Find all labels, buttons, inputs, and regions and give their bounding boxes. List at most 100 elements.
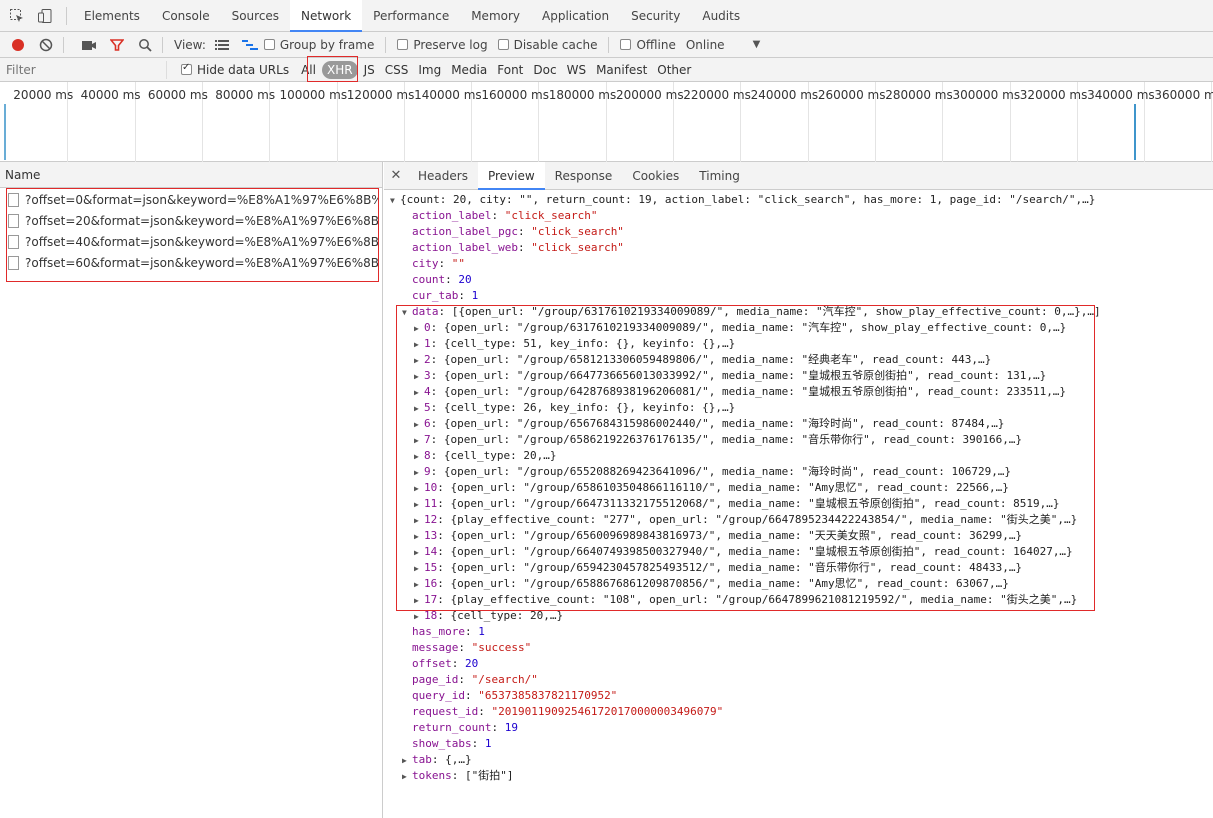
json-value: 1 [471, 289, 479, 302]
tab-network[interactable]: Network [290, 0, 363, 32]
json-key: offset [412, 657, 452, 670]
json-value: 19 [504, 721, 518, 734]
tab-memory[interactable]: Memory [460, 0, 531, 32]
disable-cache-label: Disable cache [513, 37, 598, 52]
json-value: 20 [465, 657, 479, 670]
collapsed-triangle-icon[interactable]: ▶ [414, 609, 424, 624]
json-key: tokens [412, 769, 452, 782]
tab-elements[interactable]: Elements [73, 0, 151, 32]
file-icon [8, 213, 19, 228]
json-key: count [412, 273, 446, 286]
checkbox-box[interactable] [181, 62, 192, 75]
timeline-tick-label: 300000 ms [952, 88, 1021, 102]
timeline-overview[interactable]: 20000 ms 40000 ms 60000 ms 80000 ms 100000 m… [0, 82, 1213, 162]
tab-application[interactable]: Application [531, 0, 620, 32]
colon: : [458, 289, 472, 302]
request-row[interactable]: ?offset=60&format=json&keyword=%E8%A1%97… [7, 252, 378, 273]
offline-checkbox[interactable]: Offline [620, 37, 676, 52]
filter-type-js[interactable]: JS [360, 61, 379, 79]
device-toolbar-icon[interactable] [34, 5, 56, 27]
detail-tab-headers[interactable]: Headers [408, 162, 478, 190]
hide-data-urls-checkbox[interactable]: Hide data URLs [181, 62, 290, 77]
hide-data-urls-label: Hide data URLs [197, 62, 290, 77]
preserve-log-checkbox[interactable]: Preserve log [397, 38, 488, 52]
timeline-tick-label: 20000 ms [13, 88, 74, 102]
clear-icon[interactable] [36, 35, 56, 55]
detail-tab-preview[interactable]: Preview [477, 161, 545, 190]
checkbox-box[interactable] [620, 39, 632, 50]
json-tokens-field[interactable]: ▶ tokens: ["街拍"] [384, 768, 1213, 784]
filter-icon[interactable] [107, 35, 127, 55]
colon: : [517, 241, 532, 254]
detail-tab-cookies[interactable]: Cookies [622, 162, 689, 190]
json-summary: {count: 20, city: "", return_count: 19, … [400, 193, 1096, 206]
tab-security[interactable]: Security [620, 0, 691, 32]
request-row[interactable]: ?offset=40&format=json&keyword=%E8%A1%97… [7, 231, 378, 252]
name-column-header[interactable]: Name [0, 162, 382, 188]
data-highlight-box [396, 305, 1095, 611]
group-by-frame-checkbox[interactable]: Group by frame [263, 38, 374, 52]
screenshot-camera-icon[interactable] [79, 35, 99, 55]
timeline-tick-label: 240000 ms [750, 88, 819, 102]
record-icon[interactable] [8, 35, 28, 55]
checkbox-box[interactable] [397, 39, 409, 50]
filter-type-doc[interactable]: Doc [529, 61, 560, 79]
json-tab-field[interactable]: ▶ tab: {,…} [384, 752, 1213, 768]
timeline-tick-label: 100000 ms [279, 88, 348, 102]
json-root[interactable]: ▼ {count: 20, city: "", return_count: 19,… [384, 192, 1213, 208]
tab-console[interactable]: Console [151, 0, 221, 32]
json-value: 1 [478, 625, 485, 638]
panel-tabs: Elements Console Sources Network Performance… [73, 0, 751, 32]
chevron-down-icon[interactable]: ▼ [753, 39, 761, 50]
close-icon[interactable]: ✕ [384, 168, 408, 183]
waterfall-overview-icon[interactable] [240, 35, 260, 55]
json-field: request_id: "201901190925461720170000003… [384, 704, 1213, 720]
filter-type-manifest[interactable]: Manifest [592, 61, 651, 79]
detail-tab-response[interactable]: Response [545, 162, 623, 190]
colon: : [458, 641, 472, 654]
filter-type-other[interactable]: Other [653, 61, 695, 79]
request-name: ?offset=0&format=json&keyword=%E8%A1%97%… [25, 192, 378, 207]
request-row[interactable]: ?offset=20&format=json&keyword=%E8%A1%97… [7, 210, 378, 231]
request-name: ?offset=40&format=json&keyword=%E8%A1%97… [25, 234, 378, 249]
timeline-tick-label: 260000 ms [817, 88, 886, 102]
throttling-select[interactable]: Online [686, 38, 725, 52]
search-icon[interactable] [135, 35, 155, 55]
filter-type-media[interactable]: Media [447, 61, 491, 79]
filter-type-img[interactable]: Img [414, 61, 445, 79]
timeline-tick-label: 280000 ms [885, 88, 953, 102]
json-key: tab [412, 753, 432, 766]
request-name: ?offset=20&format=json&keyword=%E8%A1%97… [25, 213, 378, 228]
filter-type-font[interactable]: Font [493, 61, 527, 79]
colon: : [478, 705, 492, 718]
disable-cache-checkbox[interactable]: Disable cache [497, 37, 598, 52]
checkbox-box[interactable] [497, 39, 509, 50]
colon: : [451, 769, 465, 782]
colon: : [491, 209, 505, 222]
colon: : [431, 753, 446, 766]
timeline-tick-label: 180000 ms [548, 88, 617, 102]
json-field: message: "success" [384, 640, 1213, 656]
file-icon [8, 255, 19, 270]
request-row[interactable]: ?offset=0&format=json&keyword=%E8%A1%97%… [7, 189, 378, 210]
tab-audits[interactable]: Audits [691, 0, 751, 32]
json-key: action_label_pgc [412, 225, 518, 238]
detail-tab-timing[interactable]: Timing [689, 162, 750, 190]
collapsed-triangle-icon[interactable]: ▶ [402, 753, 412, 768]
json-field: count: 20 [384, 272, 1213, 288]
checkbox-box[interactable] [263, 39, 275, 50]
timeline-tick-label: 60000 ms [147, 88, 208, 102]
expanded-triangle-icon[interactable]: ▼ [390, 193, 400, 208]
inspect-element-icon[interactable] [6, 5, 28, 27]
json-field: city: "" [384, 256, 1213, 272]
filter-input[interactable] [4, 60, 167, 79]
filter-type-css[interactable]: CSS [381, 61, 413, 79]
json-key: city [412, 257, 439, 270]
large-rows-icon[interactable] [212, 35, 232, 55]
tab-sources[interactable]: Sources [221, 0, 290, 32]
collapsed-triangle-icon[interactable]: ▶ [402, 769, 412, 784]
json-field: cur_tab: 1 [384, 288, 1213, 304]
offline-label: Offline [636, 37, 676, 52]
filter-type-ws[interactable]: WS [563, 61, 590, 79]
tab-performance[interactable]: Performance [362, 0, 460, 32]
